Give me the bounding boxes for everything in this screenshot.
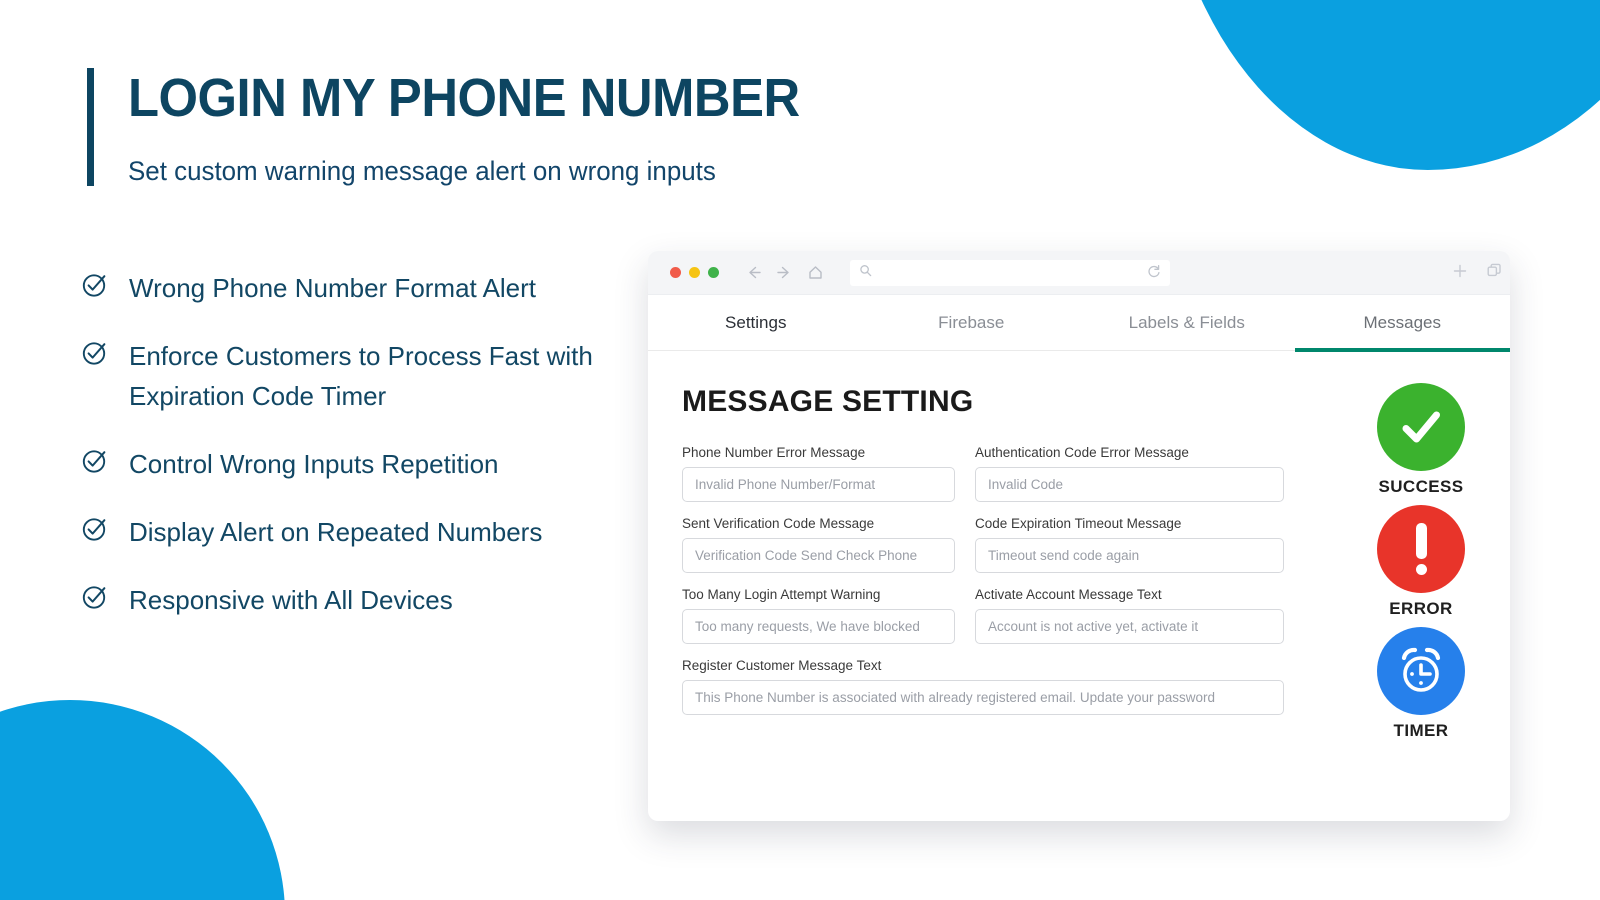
restore-window-icon[interactable] bbox=[1486, 263, 1502, 284]
status-badge-error: ERROR bbox=[1346, 505, 1496, 619]
sent-verification-code-message-input[interactable]: Verification Code Send Check Phone bbox=[682, 538, 955, 573]
message-settings-form: Phone Number Error Message Invalid Phone… bbox=[682, 445, 1284, 729]
activate-account-message-text-input[interactable]: Account is not active yet, activate it bbox=[975, 609, 1284, 644]
feature-list: Wrong Phone Number Format Alert Enforce … bbox=[82, 268, 622, 648]
feature-label: Enforce Customers to Process Fast with E… bbox=[129, 341, 593, 411]
field-code-expiration-timeout-message: Code Expiration Timeout Message Timeout … bbox=[975, 516, 1284, 573]
alarm-clock-icon bbox=[1377, 627, 1465, 715]
status-label: SUCCESS bbox=[1378, 477, 1464, 496]
tab-labels-fields[interactable]: Labels & Fields bbox=[1079, 295, 1295, 351]
check-circle-icon bbox=[82, 272, 108, 298]
status-label: ERROR bbox=[1389, 599, 1453, 618]
tab-settings[interactable]: Settings bbox=[648, 295, 864, 351]
tab-firebase[interactable]: Firebase bbox=[864, 295, 1080, 351]
maximize-window-dot[interactable] bbox=[708, 267, 719, 278]
field-too-many-login-attempt-warning: Too Many Login Attempt Warning Too many … bbox=[682, 587, 955, 644]
search-icon bbox=[859, 264, 872, 282]
field-phone-number-error-message: Phone Number Error Message Invalid Phone… bbox=[682, 445, 955, 502]
home-icon[interactable] bbox=[807, 264, 824, 281]
panel-body: MESSAGE SETTING Phone Number Error Messa… bbox=[648, 351, 1510, 821]
check-circle-icon bbox=[82, 340, 108, 366]
address-bar[interactable] bbox=[850, 260, 1170, 286]
feature-label: Control Wrong Inputs Repetition bbox=[129, 449, 499, 479]
browser-window: Settings Firebase Labels & Fields Messag… bbox=[648, 251, 1510, 821]
minimize-window-dot[interactable] bbox=[689, 267, 700, 278]
list-item: Responsive with All Devices bbox=[82, 580, 622, 620]
authentication-code-error-message-input[interactable]: Invalid Code bbox=[975, 467, 1284, 502]
field-label: Sent Verification Code Message bbox=[682, 516, 875, 531]
feature-label: Display Alert on Repeated Numbers bbox=[129, 517, 543, 547]
field-register-customer-message-text: Register Customer Message Text This Phon… bbox=[682, 658, 1284, 715]
phone-number-error-message-input[interactable]: Invalid Phone Number/Format bbox=[682, 467, 955, 502]
feature-label: Wrong Phone Number Format Alert bbox=[129, 273, 537, 303]
reload-icon[interactable] bbox=[1147, 264, 1161, 283]
field-activate-account-message-text: Activate Account Message Text Account is… bbox=[975, 587, 1284, 644]
field-sent-verification-code-message: Sent Verification Code Message Verificat… bbox=[682, 516, 955, 573]
navigation-buttons bbox=[745, 264, 824, 281]
decorative-blob-top-right bbox=[1160, 0, 1600, 170]
toolbar-right-actions bbox=[1452, 251, 1502, 295]
status-label: TIMER bbox=[1393, 721, 1449, 740]
code-expiration-timeout-message-input[interactable]: Timeout send code again bbox=[975, 538, 1284, 573]
close-window-dot[interactable] bbox=[670, 267, 681, 278]
forward-arrow-icon[interactable] bbox=[776, 264, 793, 281]
register-customer-message-text-input[interactable]: This Phone Number is associated with alr… bbox=[682, 680, 1284, 715]
window-controls bbox=[670, 267, 719, 278]
feature-label: Responsive with All Devices bbox=[129, 585, 453, 615]
list-item: Wrong Phone Number Format Alert bbox=[82, 268, 622, 308]
title-accent-bar bbox=[87, 68, 94, 186]
status-badge-timer: TIMER bbox=[1346, 627, 1496, 741]
field-label: Code Expiration Timeout Message bbox=[975, 516, 1182, 531]
check-mark-icon bbox=[1377, 383, 1465, 471]
tab-messages[interactable]: Messages bbox=[1294, 295, 1511, 352]
check-circle-icon bbox=[82, 584, 108, 610]
field-label: Register Customer Message Text bbox=[682, 658, 882, 673]
new-tab-plus-icon[interactable] bbox=[1452, 263, 1468, 284]
back-arrow-icon[interactable] bbox=[745, 264, 762, 281]
check-circle-icon bbox=[82, 516, 108, 542]
field-authentication-code-error-message: Authentication Code Error Message Invali… bbox=[975, 445, 1284, 502]
field-label: Authentication Code Error Message bbox=[975, 445, 1189, 460]
browser-toolbar bbox=[648, 251, 1510, 295]
status-badge-success: SUCCESS bbox=[1346, 383, 1496, 497]
list-item: Display Alert on Repeated Numbers bbox=[82, 512, 622, 552]
list-item: Enforce Customers to Process Fast with E… bbox=[82, 336, 622, 416]
exclamation-mark-icon bbox=[1377, 505, 1465, 593]
promo-banner: LOGIN MY PHONE NUMBER Set custom warning… bbox=[0, 0, 1600, 900]
page-subtitle: Set custom warning message alert on wron… bbox=[128, 156, 716, 186]
page-title: LOGIN MY PHONE NUMBER bbox=[128, 68, 800, 128]
check-circle-icon bbox=[82, 448, 108, 474]
tab-bar: Settings Firebase Labels & Fields Messag… bbox=[648, 295, 1511, 352]
too-many-login-attempt-warning-input[interactable]: Too many requests, We have blocked bbox=[682, 609, 955, 644]
list-item: Control Wrong Inputs Repetition bbox=[82, 444, 622, 484]
field-label: Too Many Login Attempt Warning bbox=[682, 587, 881, 602]
field-label: Phone Number Error Message bbox=[682, 445, 866, 460]
hero-column: LOGIN MY PHONE NUMBER Set custom warning… bbox=[0, 0, 800, 900]
field-label: Activate Account Message Text bbox=[975, 587, 1162, 602]
status-icon-column: SUCCESS ERROR TIMER bbox=[1346, 383, 1496, 749]
